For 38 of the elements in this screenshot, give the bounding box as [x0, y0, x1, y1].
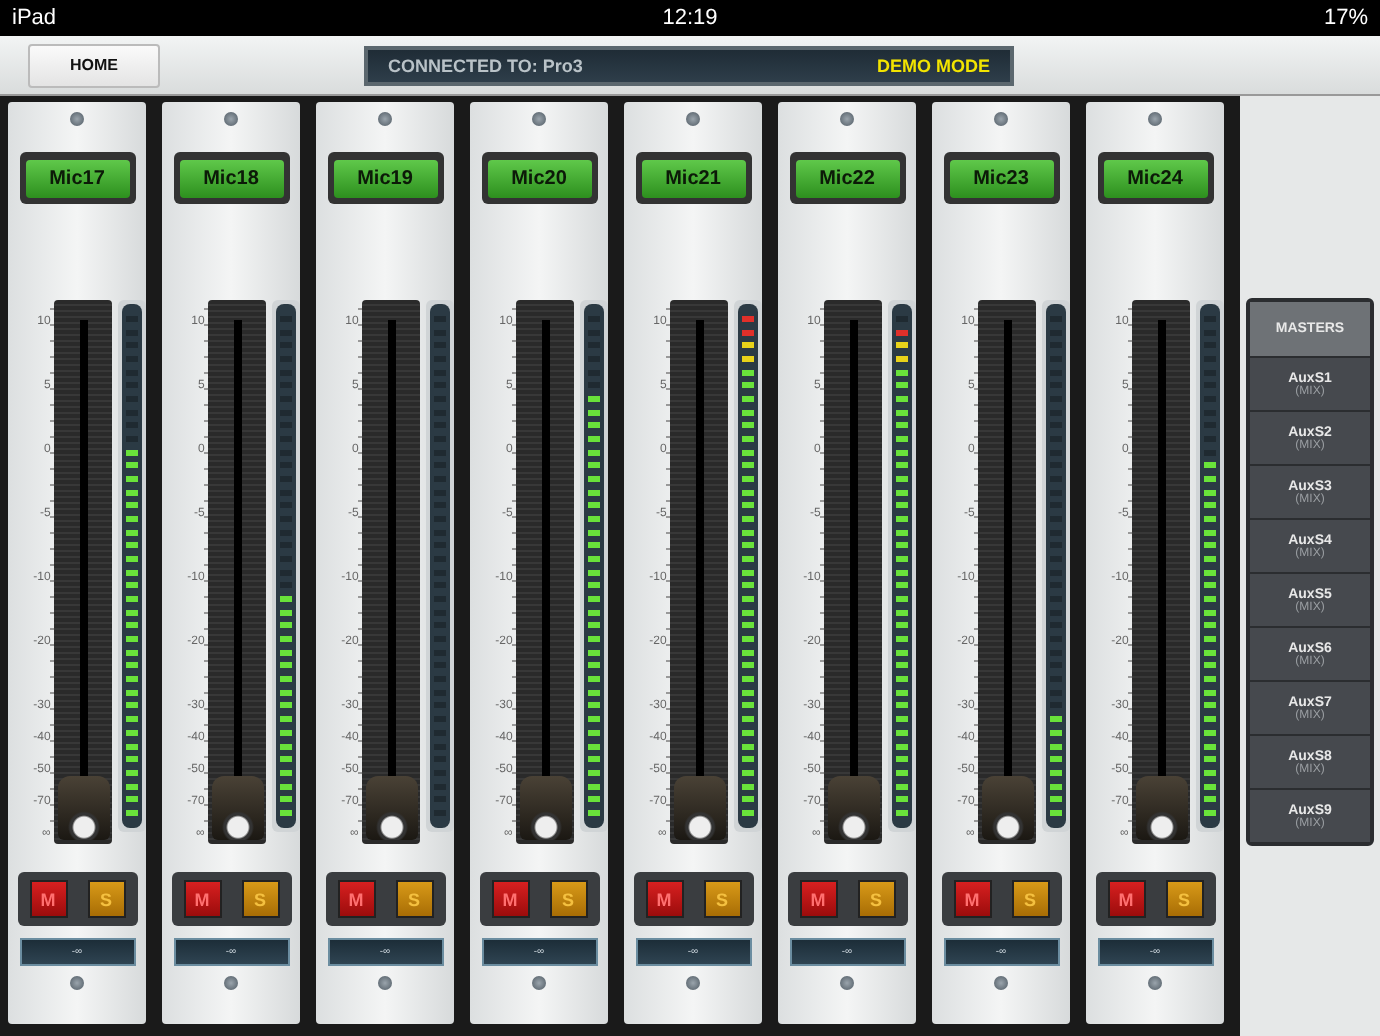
fader-knob[interactable]: [982, 776, 1035, 840]
screw-icon: [1148, 976, 1162, 990]
channel-name-button[interactable]: Mic18: [179, 160, 283, 198]
fader-knob[interactable]: [1136, 776, 1189, 840]
screw-icon: [224, 976, 238, 990]
screw-icon: [70, 112, 84, 126]
channel-name-button[interactable]: Mic23: [949, 160, 1053, 198]
screw-icon: [378, 976, 392, 990]
fader-knob[interactable]: [58, 776, 111, 840]
fader-knob[interactable]: [674, 776, 727, 840]
screw-icon: [686, 976, 700, 990]
screw-icon: [994, 976, 1008, 990]
demo-mode-label: DEMO MODE: [876, 55, 990, 75]
fader-knob[interactable]: [520, 776, 573, 840]
channel-name-button[interactable]: Mic24: [1103, 160, 1207, 198]
channel-name-button[interactable]: Mic22: [795, 160, 899, 198]
channel-name-button[interactable]: Mic17: [25, 160, 129, 198]
channel-name-button[interactable]: Mic19: [333, 160, 437, 198]
screw-icon: [532, 112, 546, 126]
channel-name-button[interactable]: Mic20: [487, 160, 591, 198]
screw-icon: [686, 112, 700, 126]
battery-level: 17%: [1323, 6, 1368, 30]
home-button[interactable]: HOME: [28, 43, 160, 87]
screw-icon: [840, 112, 854, 126]
fader-knob[interactable]: [212, 776, 265, 840]
screw-icon: [378, 112, 392, 126]
device-name: iPad: [12, 6, 57, 30]
screw-icon: [224, 112, 238, 126]
screw-icon: [70, 976, 84, 990]
fader-knob[interactable]: [828, 776, 881, 840]
clock: 12:19: [662, 6, 718, 30]
fader-knob[interactable]: [366, 776, 419, 840]
screw-icon: [994, 112, 1008, 126]
channel-name-button[interactable]: Mic21: [641, 160, 745, 198]
screw-icon: [532, 976, 546, 990]
connection-label: CONNECTED TO: Pro3: [388, 55, 583, 75]
screw-icon: [840, 976, 854, 990]
screw-icon: [1148, 112, 1162, 126]
